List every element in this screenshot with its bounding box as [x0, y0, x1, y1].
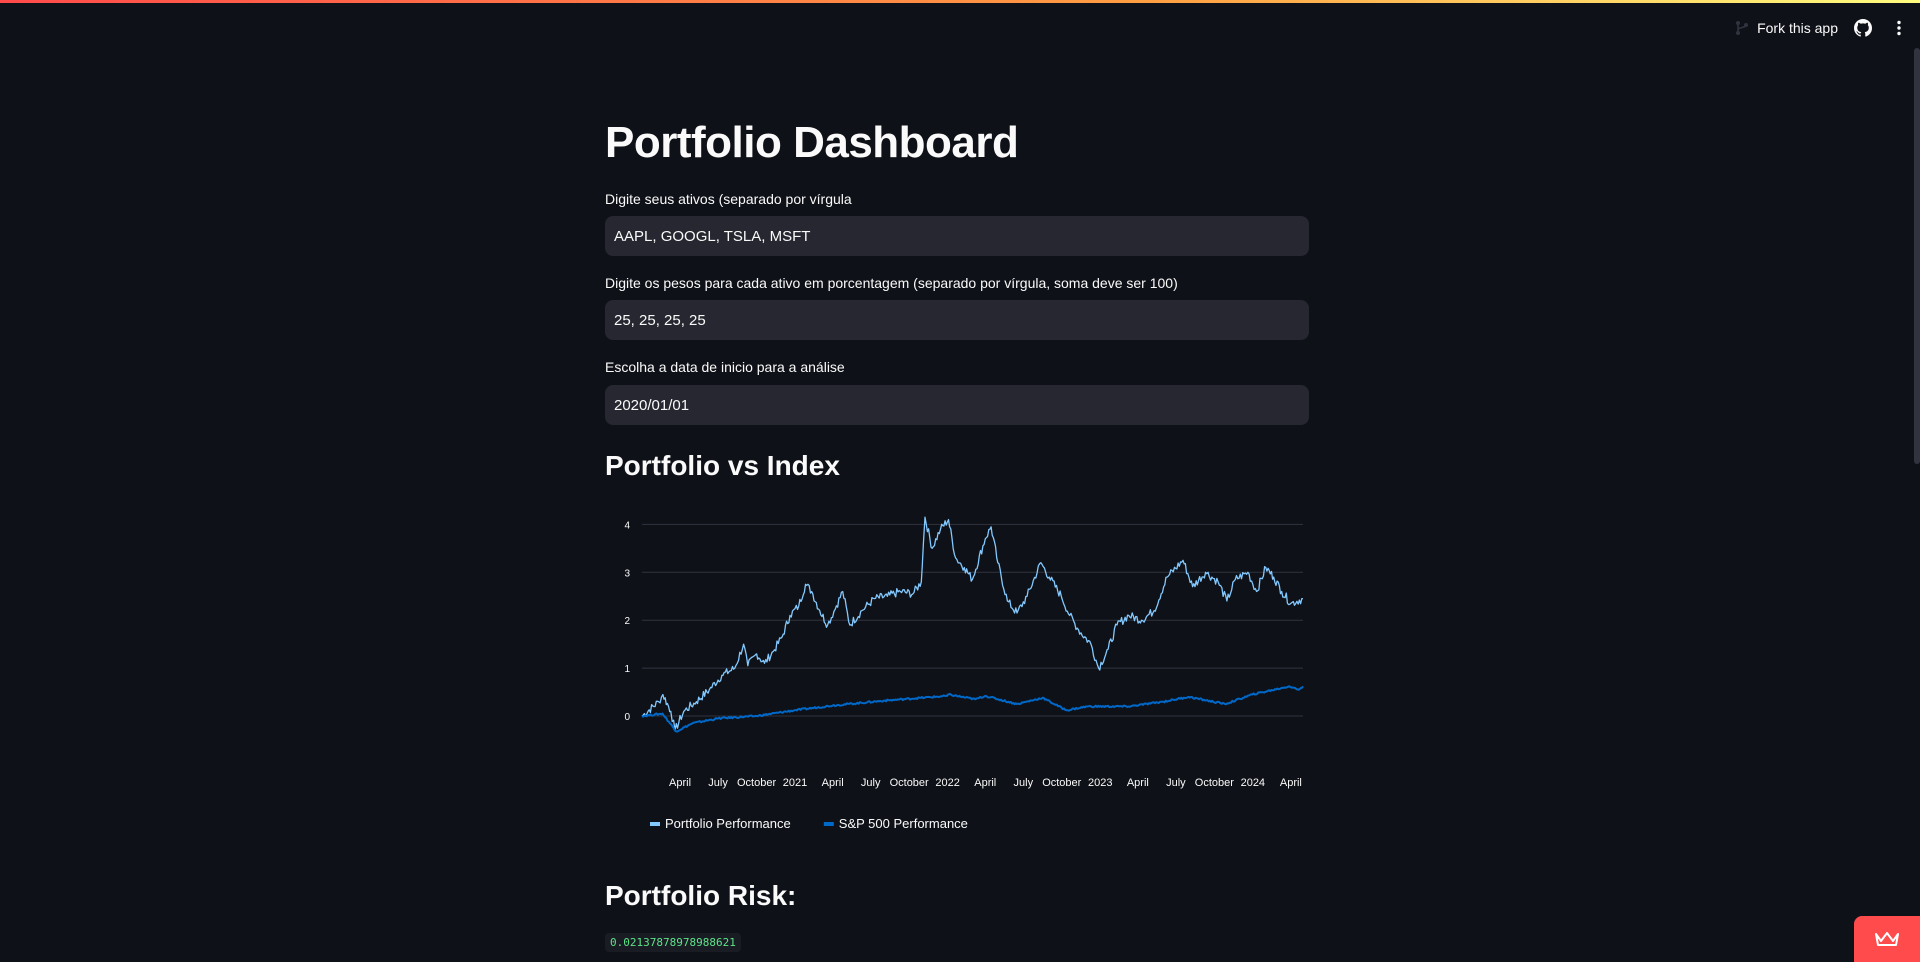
decoration-bar: [0, 0, 1920, 3]
assets-label: Digite seus ativos (separado por vírgula: [605, 191, 852, 207]
x-tick-label: July: [1014, 777, 1034, 789]
weights-input[interactable]: [605, 300, 1309, 340]
start-date-input[interactable]: [605, 385, 1309, 425]
weights-label: Digite os pesos para cada ativo em porce…: [605, 275, 1178, 291]
x-tick-label: April: [822, 777, 844, 789]
assets-input[interactable]: [605, 216, 1309, 256]
start-date-label: Escolha a data de inicio para a análise: [605, 359, 845, 375]
streamlit-badge-button[interactable]: [1854, 916, 1920, 962]
main-menu-button[interactable]: [1888, 17, 1910, 39]
y-tick-label: 4: [624, 520, 630, 531]
x-tick-label: 2021: [783, 777, 807, 789]
crown-icon: [1875, 932, 1899, 946]
x-tick-label: 2023: [1088, 777, 1112, 789]
x-tick-label: October: [890, 777, 929, 789]
fork-app-label: Fork this app: [1757, 20, 1838, 36]
y-tick-label: 0: [624, 712, 630, 723]
portfolio-chart[interactable]: 0 1 2 3 4 April July October 2021 April July Octobe…: [605, 500, 1309, 831]
x-tick-label: October: [1195, 777, 1234, 789]
x-tick-label: 2024: [1241, 777, 1265, 789]
x-tick-label: April: [1280, 777, 1302, 789]
y-tick-label: 1: [624, 664, 630, 675]
legend-swatch: [823, 822, 834, 826]
kebab-menu-icon: [1897, 20, 1901, 36]
github-button[interactable]: [1852, 17, 1874, 39]
chart-heading: Portfolio vs Index: [605, 450, 840, 481]
page-title: Portfolio Dashboard: [605, 118, 1019, 167]
legend-entry: S&P 500 Performance: [839, 816, 968, 830]
legend-entry: Portfolio Performance: [665, 816, 791, 830]
x-tick-label: October: [1042, 777, 1081, 789]
x-tick-label: April: [669, 777, 691, 789]
x-tick-label: July: [1166, 777, 1186, 789]
x-tick-label: April: [1127, 777, 1149, 789]
risk-value: 0.02137878978988621: [605, 933, 741, 952]
legend-swatch: [650, 822, 660, 826]
risk-heading: Portfolio Risk:: [605, 880, 797, 911]
x-tick-label: April: [974, 777, 996, 789]
page-scrollbar[interactable]: [1914, 48, 1920, 464]
top-toolbar: Fork this app: [1735, 14, 1910, 42]
y-tick-label: 2: [624, 616, 630, 627]
fork-app-button[interactable]: Fork this app: [1735, 20, 1838, 36]
git-fork-icon: [1736, 21, 1749, 35]
sp500-performance-line: [641, 685, 1304, 733]
x-tick-label: 2022: [935, 777, 959, 789]
y-tick-label: 3: [624, 568, 630, 579]
github-icon: [1854, 19, 1872, 37]
x-tick-label: October: [737, 777, 776, 789]
x-tick-label: July: [708, 777, 728, 789]
x-tick-label: July: [861, 777, 881, 789]
portfolio-chart-svg[interactable]: 0 1 2 3 4 April July October 2021 April July Octobe…: [605, 500, 1309, 831]
